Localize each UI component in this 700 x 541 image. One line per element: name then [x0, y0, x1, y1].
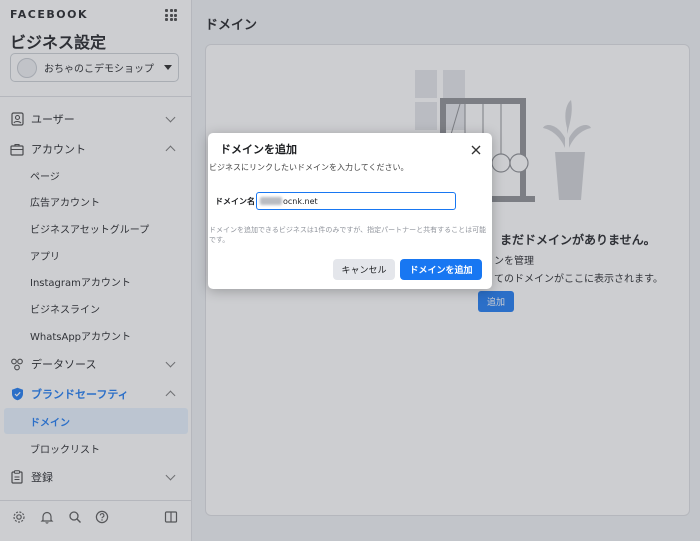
cancel-button[interactable]: キャンセル [333, 259, 395, 280]
add-domain-dialog: ドメインを追加 ビジネスにリンクしたいドメインを入力してください。 ドメイン名 … [208, 133, 492, 289]
dialog-title: ドメインを追加 [220, 143, 297, 156]
close-icon[interactable] [470, 141, 482, 155]
domain-name-label: ドメイン名 [215, 197, 255, 206]
dialog-note: ドメインを追加できるビジネスは1件のみですが、指定パートナーと共有することは可能… [209, 226, 487, 244]
redacted-text [260, 197, 282, 205]
add-domain-submit-button[interactable]: ドメインを追加 [400, 259, 482, 280]
dialog-description: ビジネスにリンクしたいドメインを入力してください。 [209, 163, 409, 172]
domain-name-input[interactable] [256, 192, 456, 210]
